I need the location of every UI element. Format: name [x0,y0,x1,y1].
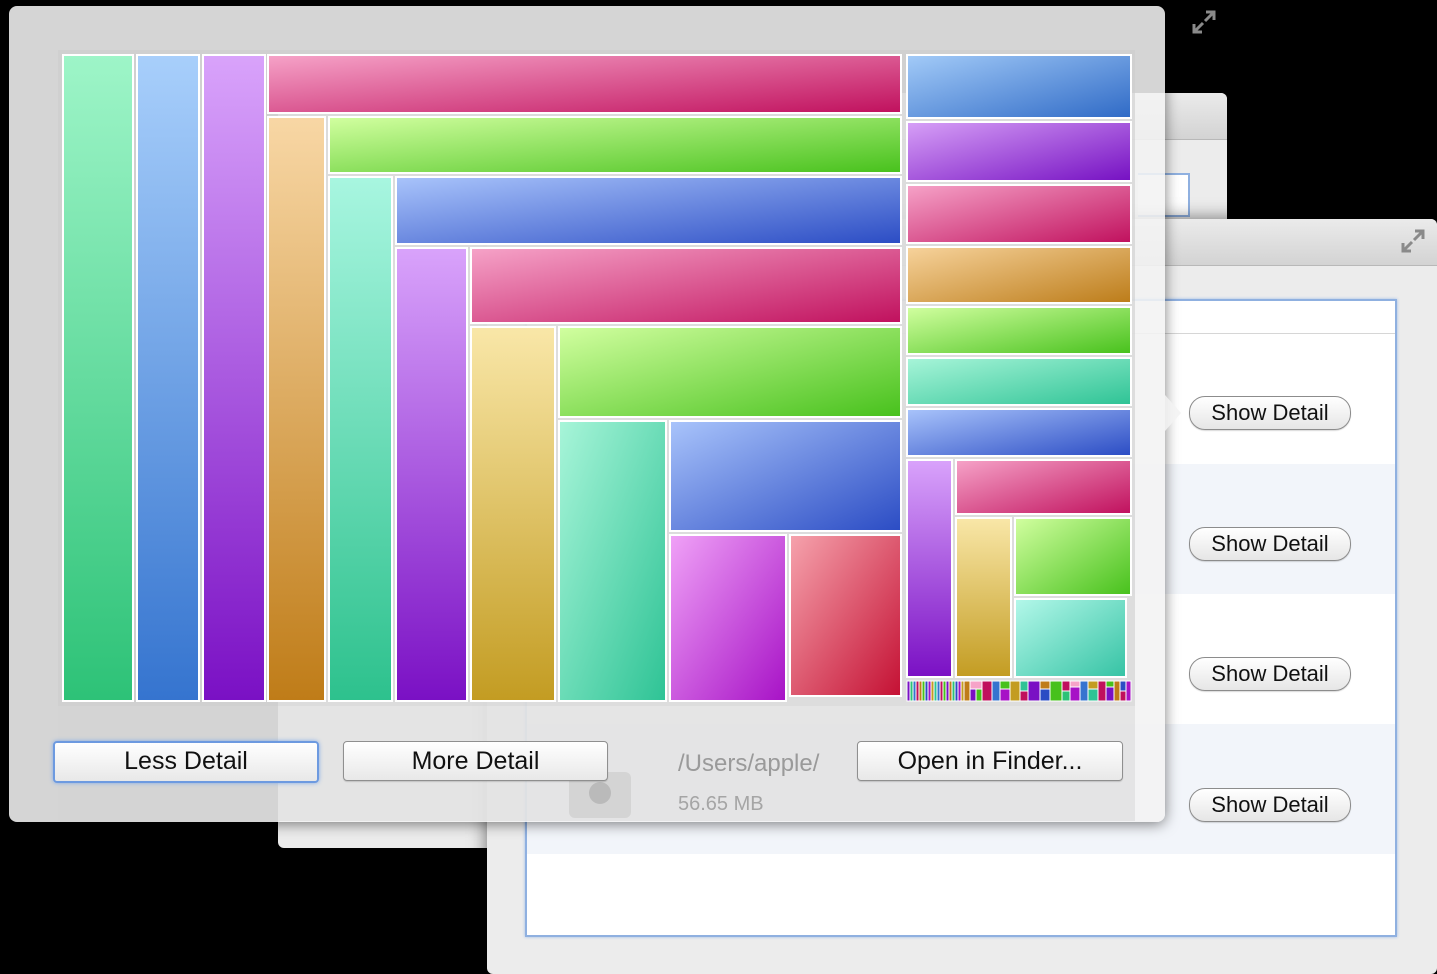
treemap-small-blocks [906,680,1132,702]
treemap-canvas [62,54,1132,702]
entry-size: 56.65 MB [678,793,764,815]
treemap-block[interactable] [669,420,902,532]
entry-path: /Users/apple/ [678,750,820,777]
treemap-block[interactable] [1014,598,1127,678]
treemap-block[interactable] [669,534,787,702]
show-detail-button[interactable]: Show Detail [1189,527,1351,561]
show-detail-button[interactable]: Show Detail [1189,788,1351,822]
treemap-block[interactable] [395,247,468,702]
open-in-finder-button[interactable]: Open in Finder... [857,741,1123,781]
treemap-block[interactable] [906,306,1132,355]
treemap-block[interactable] [395,176,902,245]
show-detail-button[interactable]: Show Detail [1189,657,1351,691]
treemap-block[interactable] [955,517,1012,678]
more-detail-button[interactable]: More Detail [343,741,608,781]
treemap-block[interactable] [62,54,134,702]
treemap-block[interactable] [267,116,326,702]
treemap-block[interactable] [906,184,1132,244]
treemap-block[interactable] [267,54,902,114]
treemap-block[interactable] [906,246,1132,304]
treemap-block[interactable] [955,459,1132,515]
treemap-block[interactable] [470,247,902,324]
treemap-block[interactable] [328,116,902,174]
treemap-block[interactable] [558,420,667,702]
expand-icon[interactable] [1399,227,1427,255]
treemap-block[interactable] [136,54,200,702]
treemap-block[interactable] [906,121,1132,182]
less-detail-button[interactable]: Less Detail [53,741,319,783]
treemap-block[interactable] [328,176,393,702]
treemap-block[interactable] [558,326,902,418]
treemap-block[interactable] [470,326,556,702]
expand-icon[interactable] [1190,8,1218,36]
treemap-block[interactable] [202,54,266,702]
treemap-popover: /Users/apple/ 56.65 MB Less Detail More … [9,6,1165,822]
treemap-block[interactable] [906,357,1132,406]
treemap-block[interactable] [906,459,953,678]
treemap-block[interactable] [906,408,1132,457]
treemap-block[interactable] [1014,517,1132,596]
treemap-block[interactable] [789,534,902,697]
popover-arrow [1165,395,1181,431]
show-detail-button[interactable]: Show Detail [1189,396,1351,430]
treemap[interactable] [58,50,1135,706]
treemap-block[interactable] [906,54,1132,119]
